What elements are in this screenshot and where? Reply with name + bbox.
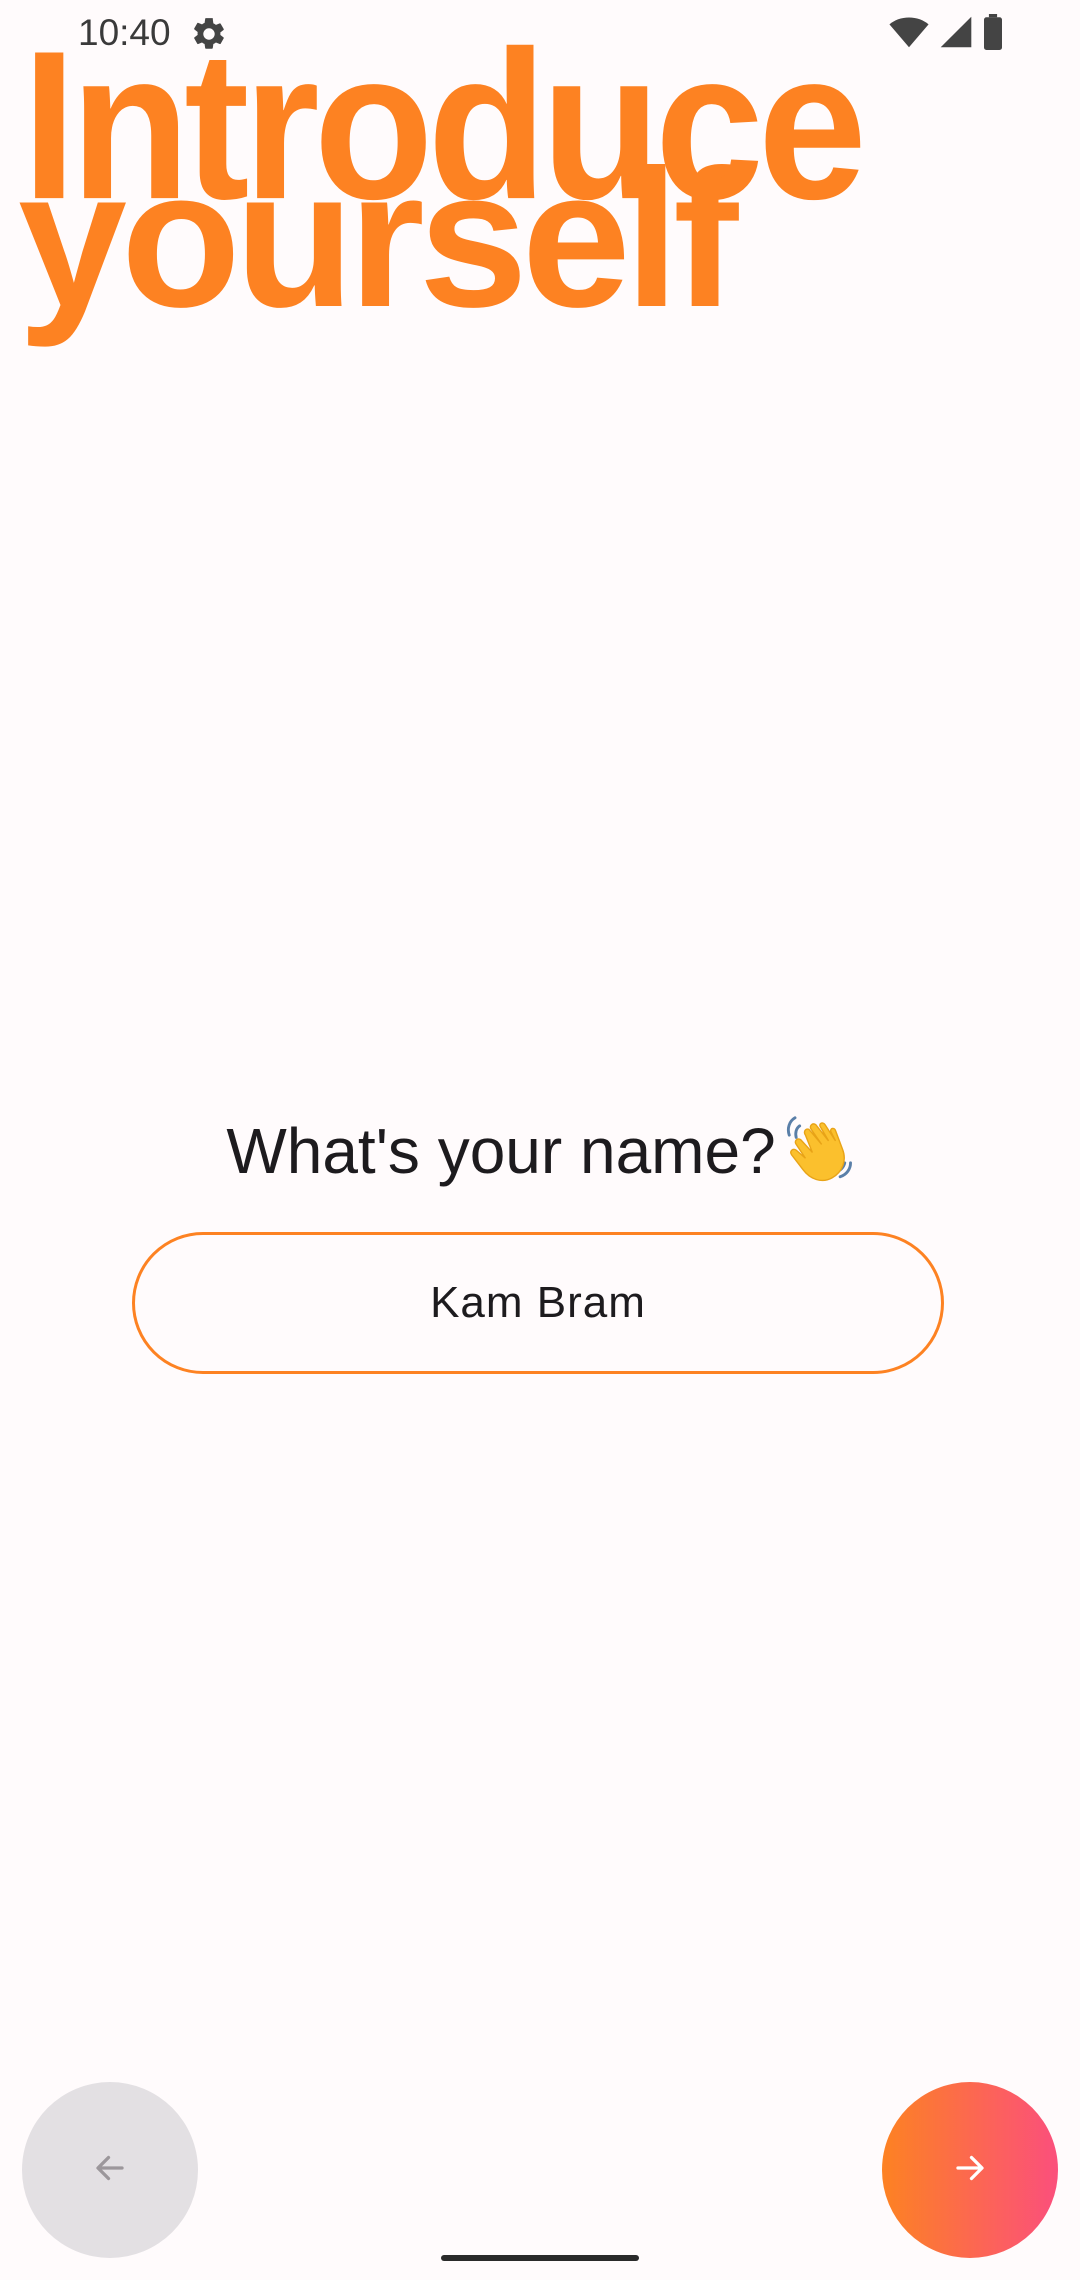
back-button[interactable] <box>22 2082 198 2258</box>
arrow-right-icon <box>952 2150 988 2191</box>
waving-hand-icon <box>780 1112 854 1186</box>
name-input[interactable] <box>173 1277 903 1329</box>
name-question-text: What's your name? <box>226 1115 776 1188</box>
onboarding-screen: 10:40 Introduce yourself What's your nam… <box>0 0 1080 2280</box>
arrow-left-icon <box>92 2150 128 2191</box>
cell-signal-icon <box>938 15 974 54</box>
page-title: Introduce yourself <box>18 6 867 336</box>
status-icons <box>888 13 1004 55</box>
name-question: What's your name? <box>0 1106 1080 1188</box>
battery-icon <box>982 13 1004 55</box>
gesture-navigation-bar[interactable] <box>441 2255 639 2261</box>
next-button[interactable] <box>882 2082 1058 2258</box>
page-title-line1: Introduce <box>22 6 867 244</box>
name-field[interactable] <box>132 1232 944 1374</box>
wifi-icon <box>888 15 930 54</box>
